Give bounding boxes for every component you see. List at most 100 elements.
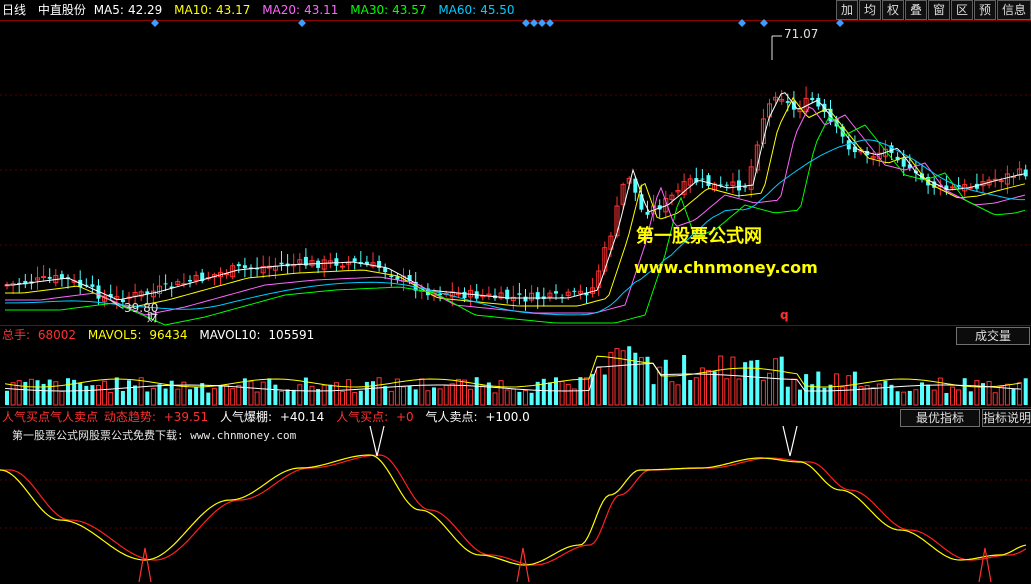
volume-bar (211, 388, 217, 406)
candle-down (316, 260, 321, 268)
best-indicator-tab[interactable]: 最优指标 (900, 409, 980, 427)
volume-bar (682, 355, 687, 405)
finance-marker[interactable]: 财 (147, 309, 158, 325)
forecast-button[interactable]: 预 (974, 0, 996, 20)
volume-bar (956, 389, 962, 406)
volume-bar (523, 390, 528, 406)
volume-bar (962, 378, 967, 405)
volume-bar (968, 391, 973, 405)
info-button[interactable]: 信息 (997, 0, 1031, 20)
ma10-readout: MA10: 43.17 (174, 3, 251, 17)
volume-bar (944, 392, 949, 405)
volume-bar (913, 389, 919, 406)
candle-down (389, 275, 394, 277)
candle-down (523, 296, 528, 302)
watermark-title: 第一股票公式网 (636, 226, 762, 247)
volume-bar (785, 386, 790, 405)
volume-bar (242, 378, 247, 405)
period-label[interactable]: 日线 (2, 3, 26, 17)
volume-bar (169, 380, 174, 405)
ma10-line (5, 97, 1026, 309)
add-button[interactable]: 加 (836, 0, 858, 20)
volume-bar (743, 362, 748, 405)
volume-bar (504, 389, 510, 406)
volume-bar (883, 380, 888, 405)
volume-bar (267, 378, 272, 405)
candle-down (352, 258, 357, 262)
indicator-header: 人气买点气人卖点 动态趋势: +39.51 人气爆棚: +40.14 人气买点:… (2, 409, 538, 425)
volume-bar (309, 385, 315, 406)
promo-text: 第一股票公式网股票公式免费下载: www.chnmoney.com (12, 429, 297, 442)
volume-bar (449, 383, 455, 406)
volume-bar (90, 385, 95, 405)
volume-bar (608, 351, 614, 406)
volume-bar (78, 383, 83, 405)
volume-bar (157, 384, 162, 405)
volume-bar (273, 384, 278, 405)
average-button[interactable]: 均 (859, 0, 881, 20)
volume-bar (559, 380, 565, 406)
volume-bar (688, 380, 693, 405)
volume-bar (455, 378, 461, 406)
volume-tab[interactable]: 成交量 (956, 327, 1030, 345)
volume-bar (66, 378, 70, 405)
volume-bar (840, 386, 846, 406)
volume-bar (218, 385, 223, 405)
volume-bar (96, 384, 101, 406)
candle-down (737, 180, 741, 191)
volume-bar (834, 373, 840, 406)
volume-bar (328, 384, 333, 405)
volume-bar (254, 391, 260, 406)
volume-bar (432, 387, 436, 405)
volume-bar (870, 387, 876, 406)
volume-bar (638, 357, 644, 406)
price-header: 日线 中直股份 MA5: 42.29 MA10: 43.17 MA20: 43.11 … (2, 2, 523, 18)
volume-bar (651, 384, 656, 405)
rights-button[interactable]: 权 (882, 0, 904, 20)
candle-down (1023, 169, 1028, 177)
volume-bar (230, 388, 236, 406)
volume-bar (627, 346, 632, 405)
candle-up (998, 180, 1004, 183)
kline-chart[interactable] (0, 0, 1031, 584)
ma5-readout: MA5: 42.29 (93, 3, 163, 17)
volume-bar (181, 381, 187, 406)
volume-bar (907, 390, 912, 405)
candle-down (334, 258, 339, 266)
volume-bar (236, 384, 242, 406)
popularity-readout: 人气爆棚: +40.14 (219, 410, 325, 424)
window-button[interactable]: 窗 (928, 0, 950, 20)
volume-bar (730, 356, 736, 406)
volume-bar (194, 387, 199, 405)
indicator-title: 人气买点气人卖点 (2, 410, 99, 424)
volume-bar (804, 374, 809, 405)
indicator-help-tab[interactable]: 指标说明 (982, 409, 1031, 427)
volume-bar (376, 377, 382, 406)
volume-bar (401, 386, 406, 406)
event-diamond-icon (836, 19, 844, 27)
volume-bar (120, 391, 125, 405)
volume-bar (16, 380, 22, 406)
candle-up (340, 265, 345, 268)
candle-down (572, 290, 577, 292)
volume-bar (1011, 389, 1016, 405)
candle-down (645, 211, 650, 215)
candle-down (785, 101, 790, 103)
volume-bar (992, 392, 998, 406)
volume-bar (614, 348, 620, 406)
volume-bar (84, 385, 89, 405)
volume-bar (352, 392, 358, 406)
sell-signal-icon (369, 425, 385, 457)
mavol10-readout: MAVOL10: 105591 (199, 328, 315, 342)
trend-line-yellow (0, 454, 1027, 566)
range-button[interactable]: 区 (951, 0, 973, 20)
volume-bar (388, 390, 394, 406)
watermark-url: www.chnmoney.com (634, 258, 818, 277)
q-marker[interactable]: q (780, 308, 789, 322)
volume-bar (876, 383, 882, 406)
overlay-button[interactable]: 叠 (905, 0, 927, 20)
candle-down (554, 291, 558, 294)
volume-bar (364, 381, 369, 405)
volume-bar (529, 392, 534, 405)
volume-bar (584, 377, 589, 406)
